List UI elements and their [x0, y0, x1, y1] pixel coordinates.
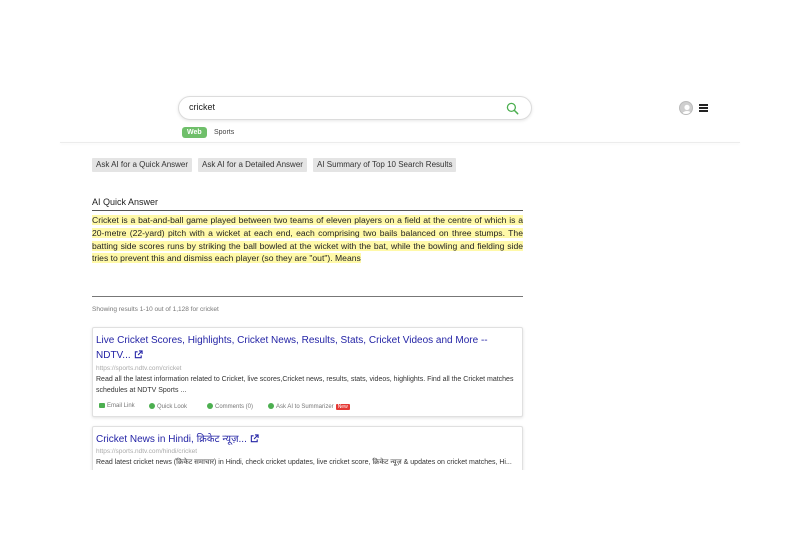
summarizer-label: Ask AI to Summarizer	[276, 404, 334, 410]
result-url: https://sports.ndtv.com/hindi/cricket	[96, 448, 198, 455]
ask-ai-summarizer-action[interactable]: Ask AI to Summarizer New	[268, 403, 350, 410]
ai-quick-answer-title: AI Quick Answer	[92, 197, 159, 207]
external-link-icon[interactable]	[134, 350, 143, 359]
user-icon	[682, 104, 692, 114]
divider	[92, 296, 523, 297]
result-description: Read all the latest information related …	[96, 376, 514, 394]
comments-icon	[207, 403, 213, 409]
result-title-text[interactable]: Live Cricket Scores, Highlights, Cricket…	[96, 335, 488, 361]
hamburger-menu-icon[interactable]	[699, 104, 708, 112]
result-description: Read latest cricket news (क्रिकेट समाचार…	[96, 459, 512, 466]
external-link-icon[interactable]	[250, 434, 259, 443]
ai-summary-top-10-button[interactable]: AI Summary of Top 10 Search Results	[313, 158, 457, 172]
divider	[92, 210, 523, 211]
quick-look-label: Quick Look	[157, 404, 188, 410]
comments-label: Comments (0)	[215, 404, 254, 410]
result-url: https://sports.ndtv.com/cricket	[96, 365, 182, 372]
quick-look-icon	[149, 403, 155, 409]
header-divider	[60, 142, 740, 143]
results-count: Showing results 1-10 out of 1,128 for cr…	[92, 306, 219, 313]
chat-icon	[268, 403, 274, 409]
tab-web[interactable]: Web	[182, 127, 207, 138]
avatar[interactable]	[679, 101, 693, 115]
ask-ai-detailed-answer-button[interactable]: Ask AI for a Detailed Answer	[198, 158, 307, 172]
search-bar[interactable]: cricket	[178, 96, 532, 120]
email-icon	[99, 403, 105, 408]
tab-sports[interactable]: Sports	[214, 127, 234, 138]
email-link-label: Email Link	[107, 403, 135, 409]
quick-look-action[interactable]: Quick Look	[149, 403, 187, 410]
new-badge: New	[335, 404, 350, 410]
ai-answer-highlight: Cricket is a bat-and-ball game played be…	[92, 215, 523, 264]
ai-quick-answer-text: Cricket is a bat-and-ball game played be…	[92, 214, 523, 265]
viewport-cutoff	[0, 470, 800, 556]
ask-ai-quick-answer-button[interactable]: Ask AI for a Quick Answer	[92, 158, 193, 172]
result-title-text[interactable]: Cricket News in Hindi, क्रिकेट न्यूज़...	[96, 434, 247, 445]
result-card: Live Cricket Scores, Highlights, Cricket…	[92, 327, 523, 417]
email-link-action[interactable]: Email Link	[99, 403, 135, 409]
result-title-link[interactable]: Live Cricket Scores, Highlights, Cricket…	[96, 333, 506, 363]
result-title-link[interactable]: Cricket News in Hindi, क्रिकेट न्यूज़...	[96, 432, 506, 447]
search-icon[interactable]	[506, 102, 519, 115]
comments-action[interactable]: Comments (0)	[207, 403, 253, 410]
search-input[interactable]: cricket	[189, 102, 215, 112]
